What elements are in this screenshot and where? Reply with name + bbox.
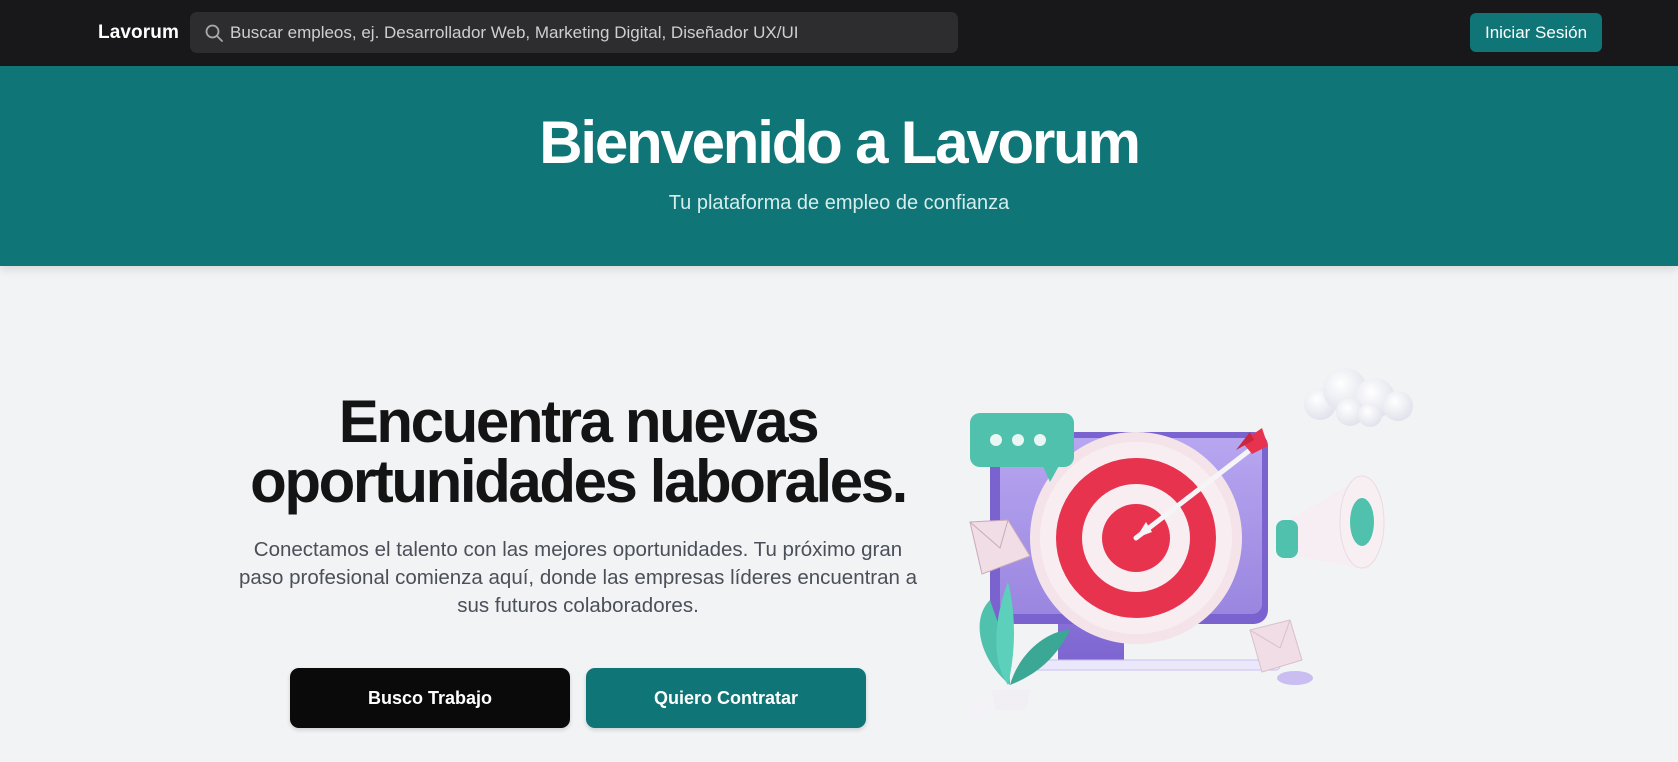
search-input[interactable] bbox=[230, 12, 950, 53]
hero-headline-line2: oportunidades laborales. bbox=[250, 448, 908, 515]
find-job-button[interactable]: Busco Trabajo bbox=[290, 668, 570, 728]
banner-title: Bienvenido a Lavorum bbox=[539, 109, 1141, 176]
search-bar[interactable] bbox=[190, 12, 958, 53]
hero-headline: Encuentra nuevas oportunidades laborales… bbox=[222, 392, 934, 512]
cloud-icon bbox=[1304, 368, 1413, 427]
brand-logo[interactable]: Lavorum bbox=[98, 22, 179, 44]
login-button[interactable]: Iniciar Sesión bbox=[1470, 13, 1602, 52]
megaphone-icon bbox=[1276, 475, 1385, 570]
top-navbar: Lavorum Iniciar Sesión bbox=[0, 0, 1678, 66]
hire-button[interactable]: Quiero Contratar bbox=[586, 668, 866, 728]
search-icon bbox=[205, 24, 223, 42]
hero-illustration bbox=[968, 368, 1413, 718]
banner-subtitle: Tu plataforma de empleo de confianza bbox=[668, 192, 1010, 214]
hero-description: Conectamos el talento con las mejores op… bbox=[238, 538, 918, 617]
welcome-banner: Bienvenido a Lavorum Tu plataforma de em… bbox=[0, 66, 1678, 266]
hero-headline-line1: Encuentra nuevas bbox=[338, 388, 820, 455]
